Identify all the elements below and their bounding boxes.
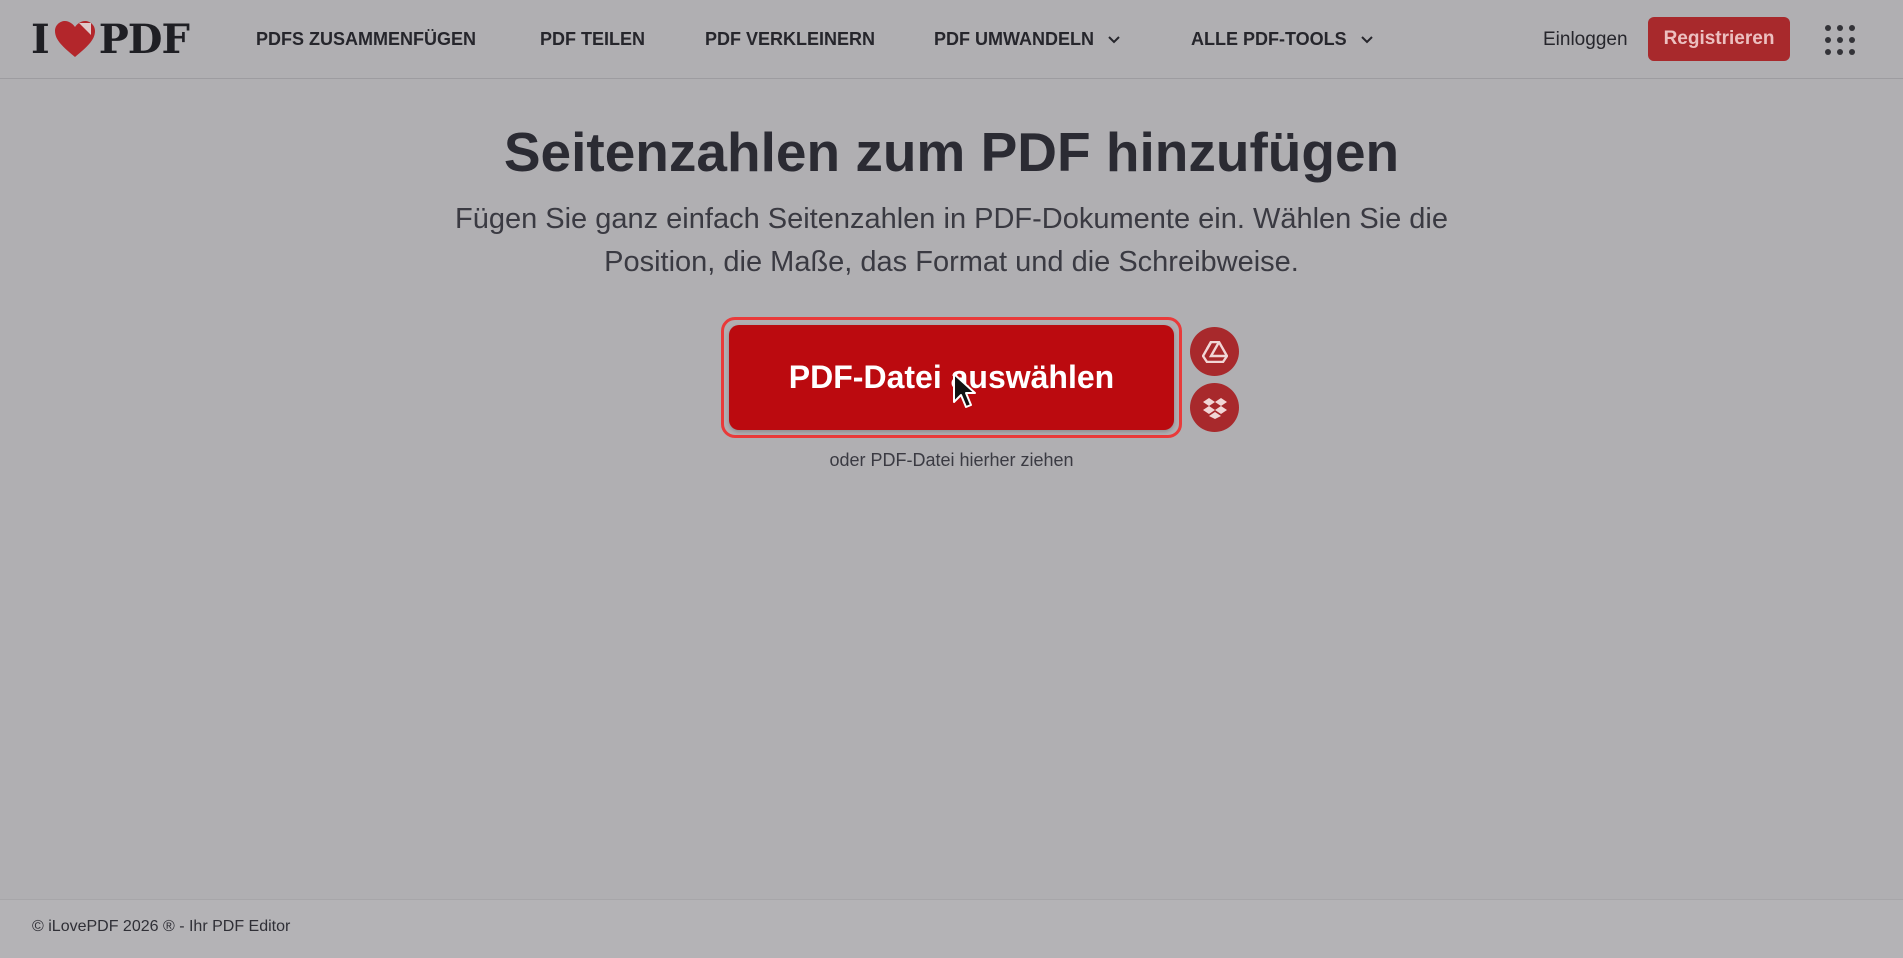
dropbox-button[interactable]	[1190, 383, 1239, 432]
apps-menu-icon[interactable]	[1822, 22, 1858, 58]
mouse-cursor-icon	[953, 373, 976, 408]
top-navbar: I PDF PDFS ZUSAMMENFÜGEN PDF TEILEN PDF …	[0, 0, 1903, 79]
register-button[interactable]: Registrieren	[1648, 17, 1790, 61]
nav-convert-pdf[interactable]: PDF UMWANDELN	[934, 29, 1120, 50]
nav-label: PDF TEILEN	[540, 29, 646, 49]
heart-icon	[54, 21, 95, 57]
chevron-down-icon	[1108, 35, 1120, 43]
nav-label: ALLE PDF-TOOLS	[1191, 29, 1347, 49]
nav-all-tools[interactable]: ALLE PDF-TOOLS	[1191, 29, 1373, 50]
ilovepdf-logo[interactable]: I PDF	[31, 15, 190, 63]
nav-label: PDFS ZUSAMMENFÜGEN	[256, 29, 476, 49]
drop-hint-text: oder PDF-Datei hierher ziehen	[829, 450, 1074, 470]
nav-label: PDF UMWANDELN	[934, 29, 1094, 49]
google-drive-button[interactable]	[1190, 327, 1239, 376]
google-drive-icon	[1201, 340, 1228, 363]
nav-split-pdf[interactable]: PDF TEILEN	[540, 29, 645, 50]
footer-copyright: © iLovePDF 2026 ® - Ihr PDF Editor	[32, 918, 291, 935]
chevron-down-icon	[1360, 35, 1373, 43]
login-link[interactable]: Einloggen	[1543, 29, 1628, 51]
nav-merge-pdf[interactable]: PDFS ZUSAMMENFÜGEN	[256, 29, 476, 50]
logo-text-pdf: PDF	[98, 15, 190, 63]
logo-letter-i: I	[31, 15, 50, 63]
page-subtitle: Fügen Sie ganz einfach Seitenzahlen in P…	[454, 203, 1449, 278]
dropbox-icon	[1202, 397, 1227, 419]
page-title: Seitenzahlen zum PDF hinzufügen	[503, 121, 1400, 183]
nav-label: PDF VERKLEINERN	[705, 29, 876, 49]
nav-compress-pdf[interactable]: PDF VERKLEINERN	[705, 29, 875, 50]
footer: © iLovePDF 2026 ® - Ihr PDF Editor	[0, 899, 1903, 958]
